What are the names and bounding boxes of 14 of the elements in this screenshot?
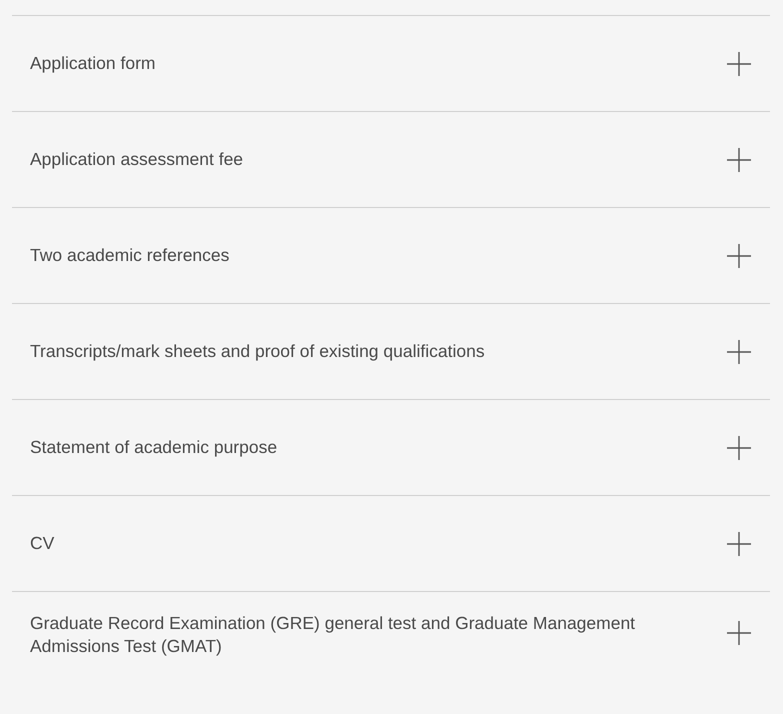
- plus-icon[interactable]: [726, 434, 752, 460]
- plus-icon[interactable]: [726, 146, 752, 172]
- accordion-title[interactable]: Transcripts/mark sheets and proof of existing qualifications: [30, 340, 485, 363]
- accordion-title[interactable]: Application assessment fee: [30, 148, 244, 171]
- plus-icon[interactable]: [726, 338, 752, 364]
- plus-icon[interactable]: [726, 620, 752, 646]
- plus-icon[interactable]: [726, 50, 752, 76]
- accordion-title[interactable]: CV: [30, 532, 54, 555]
- accordion-title[interactable]: Application form: [30, 52, 156, 75]
- accordion-title[interactable]: Graduate Record Examination (GRE) general test and Graduate Management Admissions Test (GMAT): [30, 612, 690, 658]
- accordion-title[interactable]: Statement of academic purpose: [30, 436, 278, 459]
- plus-icon[interactable]: [726, 242, 752, 268]
- accordion-title[interactable]: Two academic references: [30, 244, 230, 267]
- plus-icon[interactable]: [726, 530, 752, 556]
